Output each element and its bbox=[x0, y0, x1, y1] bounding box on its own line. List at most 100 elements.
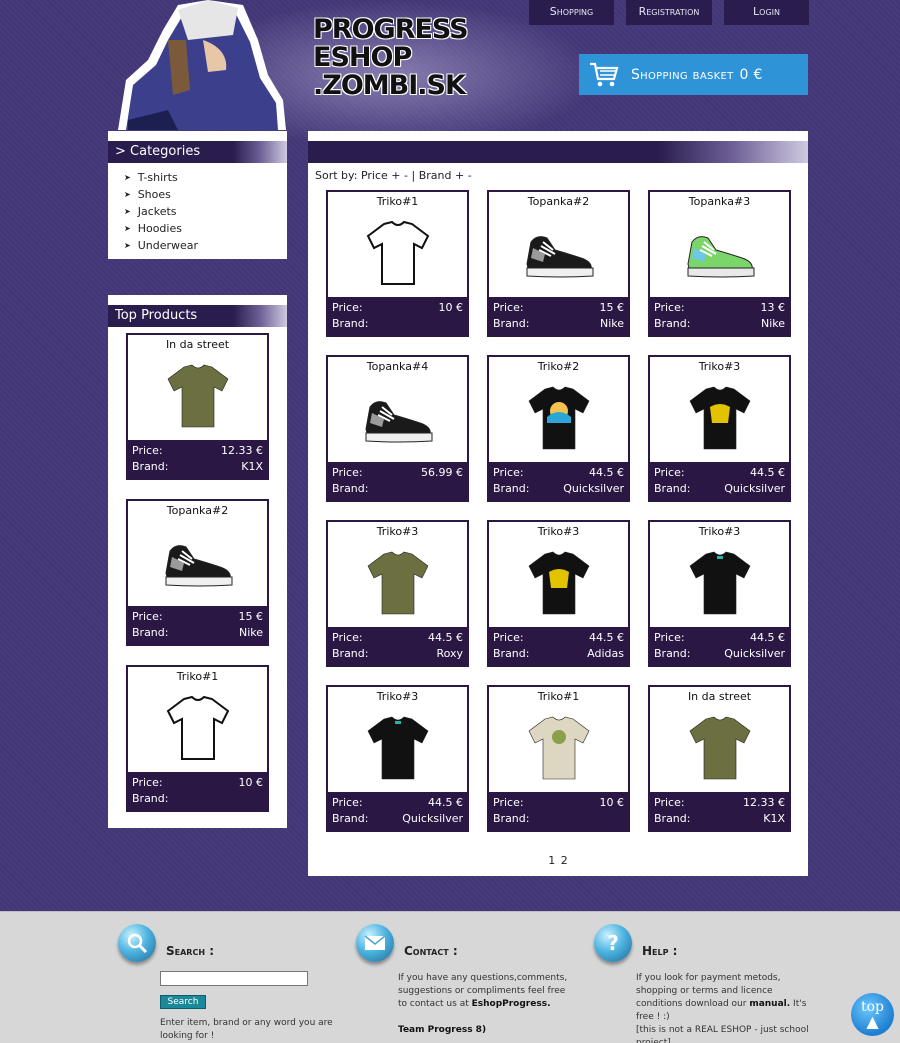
product-price: 13 € bbox=[760, 301, 786, 314]
product-name[interactable]: Triko#1 bbox=[489, 689, 628, 704]
search-title: Search : bbox=[166, 944, 215, 958]
category-underwear[interactable]: Underwear bbox=[124, 238, 287, 255]
product-card[interactable]: Topanka#2 Price: 15 € Brand: Nike bbox=[487, 190, 630, 337]
sort-price-desc[interactable]: - bbox=[404, 169, 408, 182]
product-card[interactable]: In da street Price: 12.33 € Brand: K1X bbox=[648, 685, 791, 832]
category-tshirts[interactable]: T-shirts bbox=[124, 170, 287, 187]
price-label: Price: bbox=[654, 466, 685, 479]
product-price: 44.5 € bbox=[428, 796, 463, 809]
product-name[interactable]: Triko#2 bbox=[489, 359, 628, 374]
brand-label: Brand: bbox=[132, 792, 169, 805]
basket-amount: 0 € bbox=[739, 66, 763, 83]
help-note: [this is not a REAL ESHOP - just school … bbox=[636, 1025, 809, 1043]
product-name[interactable]: Topanka#3 bbox=[650, 194, 789, 209]
nav-registration-link[interactable]: Registration bbox=[626, 0, 712, 25]
product-info: Price: 12.33 € Brand: K1X bbox=[128, 440, 267, 478]
product-brand: Quicksilver bbox=[402, 812, 463, 825]
footer: Search : Search Enter item, brand or any… bbox=[0, 911, 900, 1043]
price-label: Price: bbox=[132, 444, 163, 457]
product-info: Price: 15 € Brand: Nike bbox=[128, 606, 267, 644]
category-hoodies[interactable]: Hoodies bbox=[124, 221, 287, 238]
price-label: Price: bbox=[332, 301, 363, 314]
top-navigation: Shopping Registration Login bbox=[529, 0, 809, 25]
tshirt-beige-icon[interactable] bbox=[489, 704, 628, 794]
site-logo[interactable]: PROGRESS ESHOP .ZOMBI.SK bbox=[313, 14, 469, 106]
product-card[interactable]: Triko#1 Price: 10 € Brand: bbox=[487, 685, 630, 832]
product-name[interactable]: In da street bbox=[128, 337, 267, 352]
product-price: 44.5 € bbox=[428, 631, 463, 644]
tshirt-black-yellow-icon[interactable] bbox=[489, 539, 628, 629]
tshirt-olive-icon[interactable] bbox=[328, 539, 467, 629]
categories-list: T-shirts Shoes Jackets Hoodies Underwear bbox=[108, 163, 287, 265]
nav-login-link[interactable]: Login bbox=[724, 0, 809, 25]
product-name[interactable]: Triko#3 bbox=[328, 689, 467, 704]
product-name[interactable]: Triko#1 bbox=[128, 669, 267, 684]
sort-brand-asc[interactable]: + bbox=[455, 169, 464, 182]
brand-label: Brand: bbox=[493, 317, 530, 330]
price-label: Price: bbox=[493, 301, 524, 314]
tshirt-black-icon[interactable] bbox=[328, 704, 467, 794]
product-info: Price: 10 € Brand: bbox=[128, 772, 267, 810]
price-label: Price: bbox=[332, 796, 363, 809]
product-name[interactable]: Topanka#2 bbox=[489, 194, 628, 209]
search-hint: Enter item, brand or any word you are lo… bbox=[160, 1018, 333, 1041]
product-name[interactable]: Topanka#2 bbox=[128, 503, 267, 518]
product-card[interactable]: Topanka#3 Price: 13 € Brand: Nike bbox=[648, 190, 791, 337]
brand-label: Brand: bbox=[493, 647, 530, 660]
back-to-top-button[interactable]: top ▲ bbox=[851, 993, 894, 1036]
help-manual-link[interactable]: manual. bbox=[749, 999, 790, 1009]
sneaker-black-icon[interactable] bbox=[328, 374, 467, 464]
product-name[interactable]: Topanka#4 bbox=[328, 359, 467, 374]
category-jackets[interactable]: Jackets bbox=[124, 204, 287, 221]
top-product-card[interactable]: Triko#1 Price: 10 € Brand: bbox=[126, 665, 269, 812]
contact-email-link[interactable]: EshopProgress. bbox=[472, 999, 551, 1009]
search-button[interactable]: Search bbox=[160, 995, 206, 1009]
product-card[interactable]: Triko#3 Price: 44.5 € Brand: Adidas bbox=[487, 520, 630, 667]
product-card[interactable]: Triko#3 Price: 44.5 € Brand: Quicksilver bbox=[326, 685, 469, 832]
sneaker-black-icon[interactable] bbox=[128, 518, 267, 608]
tshirt-olive-icon[interactable] bbox=[650, 704, 789, 794]
tshirt-olive-icon[interactable] bbox=[128, 352, 267, 442]
product-brand: Adidas bbox=[587, 647, 624, 660]
product-card[interactable]: Triko#3 Price: 44.5 € Brand: Roxy bbox=[326, 520, 469, 667]
product-price: 12.33 € bbox=[221, 444, 263, 457]
search-input[interactable] bbox=[160, 971, 308, 986]
product-card[interactable]: Triko#3 Price: 44.5 € Brand: Quicksilver bbox=[648, 355, 791, 502]
sort-price-label: Price bbox=[360, 169, 388, 182]
tshirt-black-print-icon[interactable] bbox=[489, 374, 628, 464]
shopping-basket-button[interactable]: Shopping basket 0 € bbox=[579, 54, 808, 95]
top-product-card[interactable]: In da street Price: 12.33 € Brand: K1X bbox=[126, 333, 269, 480]
product-card[interactable]: Triko#3 Price: 44.5 € Brand: Quicksilver bbox=[648, 520, 791, 667]
product-price: 10 € bbox=[438, 301, 464, 314]
product-name[interactable]: Triko#1 bbox=[328, 194, 467, 209]
tshirt-outline-icon[interactable] bbox=[328, 209, 467, 299]
top-products-heading: Top Products bbox=[108, 305, 287, 327]
price-label: Price: bbox=[493, 466, 524, 479]
tshirt-black-yellow-icon[interactable] bbox=[650, 374, 789, 464]
product-name[interactable]: Triko#3 bbox=[328, 524, 467, 539]
product-card[interactable]: Triko#2 Price: 44.5 € Brand: Quicksilver bbox=[487, 355, 630, 502]
product-price: 44.5 € bbox=[589, 631, 624, 644]
page-link-1[interactable]: 1 bbox=[548, 854, 555, 867]
sort-brand-desc[interactable]: - bbox=[468, 169, 472, 182]
tshirt-black-icon[interactable] bbox=[650, 539, 789, 629]
product-info: Price: 15 € Brand: Nike bbox=[489, 297, 628, 335]
logo-line-1: PROGRESS bbox=[313, 14, 469, 45]
product-name[interactable]: Triko#3 bbox=[489, 524, 628, 539]
product-name[interactable]: Triko#3 bbox=[650, 359, 789, 374]
product-card[interactable]: Topanka#4 Price: 56.99 € Brand: bbox=[326, 355, 469, 502]
sneaker-green-icon[interactable] bbox=[650, 209, 789, 299]
tshirt-outline-icon[interactable] bbox=[128, 684, 267, 774]
top-product-card[interactable]: Topanka#2 Price: 15 € Brand: Nike bbox=[126, 499, 269, 646]
sort-price-asc[interactable]: + bbox=[391, 169, 400, 182]
product-brand: Nike bbox=[760, 317, 785, 330]
page-link-2[interactable]: 2 bbox=[561, 854, 568, 867]
product-card[interactable]: Triko#1 Price: 10 € Brand: bbox=[326, 190, 469, 337]
nav-shopping-link[interactable]: Shopping bbox=[529, 0, 614, 25]
product-info: Price: 44.5 € Brand: Quicksilver bbox=[489, 462, 628, 500]
product-name[interactable]: In da street bbox=[650, 689, 789, 704]
price-label: Price: bbox=[654, 631, 685, 644]
category-shoes[interactable]: Shoes bbox=[124, 187, 287, 204]
product-name[interactable]: Triko#3 bbox=[650, 524, 789, 539]
sneaker-black-icon[interactable] bbox=[489, 209, 628, 299]
